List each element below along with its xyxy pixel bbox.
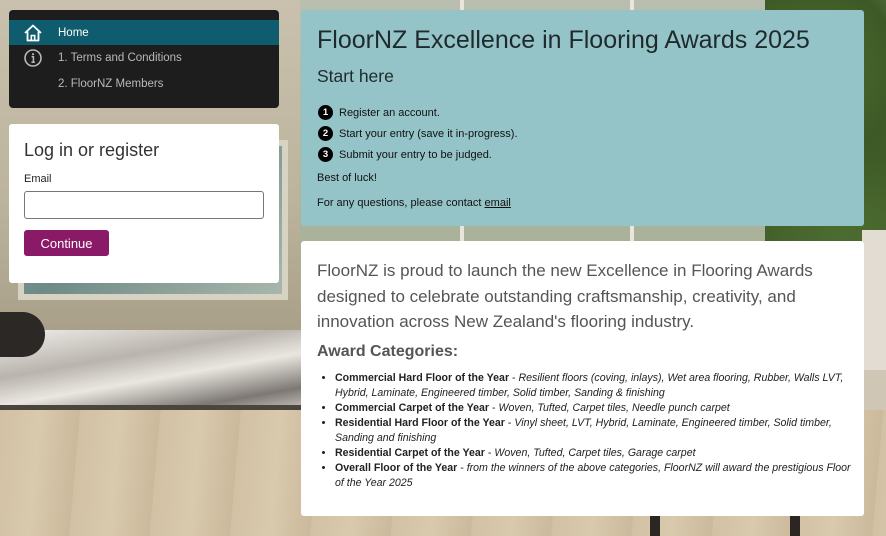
email-link[interactable]: email <box>485 197 511 209</box>
step-item: 1 Register an account. <box>318 102 518 123</box>
category-separator: - <box>457 462 467 474</box>
category-name: Residential Carpet of the Year <box>335 447 485 459</box>
start-here-panel: FloorNZ Excellence in Flooring Awards 20… <box>301 10 864 226</box>
step-number-badge: 1 <box>318 105 333 120</box>
step-text: Submit your entry to be judged. <box>339 148 492 161</box>
step-number-badge: 2 <box>318 126 333 141</box>
continue-button[interactable]: Continue <box>24 230 109 256</box>
list-item: Overall Floor of the Year - from the win… <box>335 461 853 491</box>
background-marble-counter <box>0 330 330 410</box>
page-title: FloorNZ Excellence in Flooring Awards 20… <box>317 26 810 54</box>
step-item: 2 Start your entry (save it in-progress)… <box>318 123 518 144</box>
category-name: Commercial Carpet of the Year <box>335 402 490 414</box>
categories-list: Commercial Hard Floor of the Year - Resi… <box>335 371 853 491</box>
email-field[interactable] <box>24 191 264 219</box>
step-number-badge: 3 <box>318 147 333 162</box>
home-icon <box>24 24 42 41</box>
category-separator: - <box>484 447 495 459</box>
categories-title: Award Categories: <box>317 343 459 360</box>
nav-item-members[interactable]: 2. FloorNZ Members <box>9 71 279 96</box>
info-icon <box>24 48 42 67</box>
contact-text: For any questions, please contact email <box>317 197 511 209</box>
step-text: Start your entry (save it in-progress). <box>339 127 518 140</box>
steps-list: 1 Register an account. 2 Start your entr… <box>318 102 518 165</box>
email-label: Email <box>24 173 52 185</box>
category-description: Woven, Tufted, Carpet tiles, Needle punc… <box>498 402 730 414</box>
login-card: Log in or register Email Continue <box>9 124 279 283</box>
nav-item-terms[interactable]: 1. Terms and Conditions <box>9 45 279 70</box>
category-name: Commercial Hard Floor of the Year <box>335 372 510 384</box>
category-name: Residential Hard Floor of the Year <box>335 417 505 429</box>
contact-prefix: For any questions, please contact <box>317 197 485 209</box>
info-panel: FloorNZ is proud to launch the new Excel… <box>301 241 864 516</box>
background-chair <box>862 230 886 370</box>
intro-text: FloorNZ is proud to launch the new Excel… <box>317 261 813 331</box>
start-subtitle: Start here <box>317 66 394 86</box>
category-name: Overall Floor of the Year <box>335 462 458 474</box>
list-item: Residential Hard Floor of the Year - Vin… <box>335 416 853 446</box>
list-item: Commercial Hard Floor of the Year - Resi… <box>335 371 853 401</box>
list-item: Residential Carpet of the Year - Woven, … <box>335 446 853 461</box>
login-title: Log in or register <box>24 140 160 160</box>
category-description: Woven, Tufted, Carpet tiles, Garage carp… <box>494 447 696 459</box>
best-of-luck-text: Best of luck! <box>317 172 377 184</box>
nav-item-label: Home <box>58 26 89 39</box>
background-bowl <box>0 312 45 357</box>
nav-item-home[interactable]: Home <box>9 20 279 45</box>
nav-item-label: 1. Terms and Conditions <box>58 51 182 64</box>
step-item: 3 Submit your entry to be judged. <box>318 144 518 165</box>
side-nav: Home 1. Terms and Conditions 2. FloorNZ … <box>9 10 279 108</box>
category-separator: - <box>504 417 515 429</box>
list-item: Commercial Carpet of the Year - Woven, T… <box>335 401 853 416</box>
step-text: Register an account. <box>339 106 440 119</box>
nav-item-label: 2. FloorNZ Members <box>58 77 164 90</box>
